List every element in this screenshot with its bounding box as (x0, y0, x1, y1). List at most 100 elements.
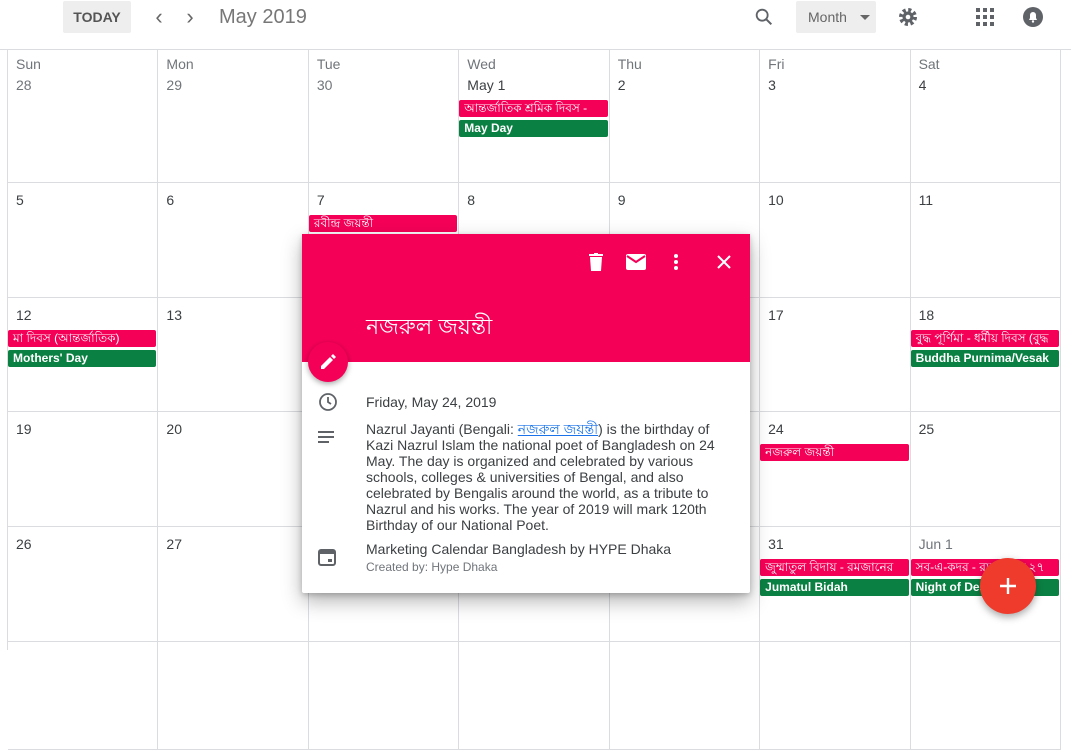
bengali-title-link[interactable]: নজরুল জয়ন্তী (518, 421, 598, 437)
email-icon[interactable] (624, 250, 648, 274)
day-number[interactable]: 4 (911, 77, 1060, 97)
day-cell[interactable]: 19 (8, 412, 159, 527)
day-cell[interactable]: 5 (8, 183, 159, 298)
event-chip[interactable]: আন্তর্জাতিক শ্রমিক দিবস - (459, 100, 608, 117)
chevron-right-icon[interactable]: › (178, 4, 202, 30)
day-number[interactable]: 18 (911, 307, 1060, 327)
day-cell[interactable]: Tue 30 (308, 50, 460, 183)
day-number[interactable]: 25 (911, 421, 1060, 441)
event-chip[interactable]: May Day (459, 120, 608, 137)
day-number[interactable]: 29 (158, 77, 307, 97)
day-number[interactable]: 30 (309, 77, 458, 97)
day-cell[interactable]: 17 (760, 298, 911, 412)
day-cell[interactable]: 10 (760, 183, 911, 298)
day-cell[interactable]: 20 (158, 412, 309, 527)
day-cell[interactable]: 31 জুম্মাতুল বিদায় - রমজানের Jumatul Bida… (760, 527, 911, 642)
day-cell[interactable]: Thu 2 (609, 50, 761, 183)
day-number[interactable]: 6 (158, 192, 307, 212)
close-icon[interactable] (712, 250, 736, 274)
day-of-week-label: Mon (166, 56, 194, 72)
pencil-icon (321, 354, 336, 369)
day-cell[interactable]: Sun 28 (8, 50, 159, 183)
popup-header: নজরুল জয়ন্তী (302, 234, 750, 382)
event-chip[interactable]: Jumatul Bidah (760, 579, 909, 596)
event-date: Friday, May 24, 2019 (366, 394, 497, 410)
day-number[interactable]: 31 (760, 536, 909, 556)
plus-icon (1000, 578, 1016, 594)
day-cell[interactable] (609, 642, 761, 750)
day-cell[interactable] (308, 642, 460, 750)
day-cell[interactable]: 27 (158, 527, 309, 642)
day-cell[interactable]: Sat 4 (910, 50, 1061, 183)
more-options-icon[interactable] (664, 250, 688, 274)
calendar-icon (318, 548, 336, 571)
event-creator: Created by: Hype Dhaka (366, 560, 498, 574)
create-event-button[interactable] (980, 558, 1036, 614)
day-cell[interactable]: 6 (158, 183, 309, 298)
day-number[interactable]: 19 (8, 421, 157, 441)
day-number[interactable]: 12 (8, 307, 157, 327)
event-chip[interactable]: Buddha Purnima/Vesak (910, 350, 1059, 367)
day-number[interactable]: 3 (760, 77, 909, 97)
day-cell[interactable] (760, 642, 911, 750)
chevron-left-icon[interactable]: ‹ (147, 4, 171, 30)
day-number[interactable]: 20 (158, 421, 307, 441)
day-number[interactable]: Jun 1 (911, 536, 1060, 556)
month-title: May 2019 (219, 6, 307, 28)
dropdown-caret-icon (860, 15, 870, 20)
day-cell[interactable] (8, 642, 159, 750)
day-of-week-label: Wed (467, 56, 496, 72)
view-label: Month (808, 9, 847, 25)
day-number[interactable]: May 1 (459, 77, 608, 97)
day-cell[interactable]: 24 নজরুল জয়ন্তী (760, 412, 911, 527)
today-button[interactable]: TODAY (63, 1, 131, 33)
edit-button[interactable] (308, 342, 348, 382)
day-number[interactable]: 26 (8, 536, 157, 556)
view-selector[interactable]: Month (796, 1, 876, 33)
day-number[interactable]: 13 (158, 307, 307, 327)
day-number[interactable]: 17 (760, 307, 909, 327)
event-description: Nazrul Jayanti (Bengali: নজরুল জয়ন্তী) … (366, 421, 726, 533)
day-number[interactable]: 7 (309, 192, 458, 212)
day-cell[interactable]: 26 (8, 527, 159, 642)
apps-grid-icon[interactable] (976, 8, 994, 31)
event-chip[interactable]: জুম্মাতুল বিদায় - রমজানের (760, 559, 909, 576)
event-title: নজরুল জয়ন্তী (366, 314, 493, 339)
event-chip[interactable]: নজরুল জয়ন্তী (760, 444, 909, 461)
day-number[interactable]: 9 (610, 192, 759, 212)
event-chip[interactable]: মা দিবস (আন্তর্জাতিক) (8, 330, 157, 347)
day-number[interactable]: 2 (610, 77, 759, 97)
clock-icon (318, 392, 338, 417)
day-cell[interactable] (910, 642, 1061, 750)
day-number[interactable]: 28 (8, 77, 157, 97)
day-number[interactable]: 11 (911, 192, 1060, 212)
day-cell[interactable]: 11 (910, 183, 1061, 298)
event-chip[interactable]: রবীন্দ্র জয়ন্তী (308, 215, 458, 232)
description-icon (318, 430, 336, 448)
day-cell[interactable]: Fri 3 (760, 50, 911, 183)
day-number[interactable]: 10 (760, 192, 909, 212)
day-cell[interactable]: 12 মা দিবস (আন্তর্জাতিক) Mothers' Day (8, 298, 159, 412)
day-cell[interactable]: Wed May 1 আন্তর্জাতিক শ্রমিক দিবস - May Day (459, 50, 610, 183)
gear-icon[interactable] (896, 5, 920, 34)
day-cell[interactable]: 25 (910, 412, 1061, 527)
event-chip[interactable]: Mothers' Day (8, 350, 157, 367)
delete-icon[interactable] (584, 250, 608, 274)
day-number[interactable]: 24 (760, 421, 909, 441)
day-number[interactable]: 27 (158, 536, 307, 556)
day-cell[interactable]: 18 বুদ্ধ পূর্ণিমা - ধর্মীয় দিবস (বুদ্ধ Bu… (910, 298, 1061, 412)
day-number[interactable]: 5 (8, 192, 157, 212)
account-icon[interactable] (1022, 6, 1044, 33)
day-cell[interactable]: Mon 29 (158, 50, 309, 183)
day-cell[interactable] (158, 642, 309, 750)
description-text-rest: ) is the birthday of Kazi Nazrul Islam t… (366, 421, 715, 533)
day-cell[interactable] (459, 642, 610, 750)
day-of-week-label: Tue (316, 56, 341, 72)
day-number[interactable]: 8 (459, 192, 608, 212)
event-details-popup: নজরুল জয়ন্তী Friday, May 24, 2019 Nazru… (302, 234, 750, 593)
day-of-week-label: Thu (617, 56, 642, 72)
event-chip[interactable]: বুদ্ধ পূর্ণিমা - ধর্মীয় দিবস (বুদ্ধ (910, 330, 1059, 347)
calendar-name: Marketing Calendar Bangladesh by HYPE Dh… (366, 541, 672, 557)
search-icon[interactable] (753, 6, 775, 33)
day-cell[interactable]: 13 (158, 298, 309, 412)
